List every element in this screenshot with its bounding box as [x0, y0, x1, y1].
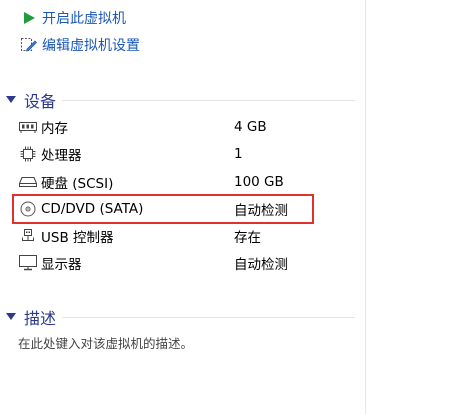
description-divider: [62, 317, 355, 318]
collapse-triangle-icon: [4, 93, 18, 107]
device-name: 内存: [41, 121, 68, 137]
power-on-label: 开启此虚拟机: [42, 11, 126, 27]
devices-title: 设备: [24, 92, 57, 111]
cd-dvd-highlight-box: [12, 194, 314, 224]
device-row-hard-disk[interactable]: 硬盘 (SCSI) 100 GB: [18, 171, 358, 193]
description-title: 描述: [24, 309, 57, 328]
device-name: 硬盘 (SCSI): [41, 176, 114, 192]
device-row-usb[interactable]: USB 控制器 存在: [18, 225, 358, 247]
description-section-header[interactable]: 描述: [4, 306, 56, 328]
devices-section-header[interactable]: 设备: [4, 89, 56, 111]
edit-settings-label: 编辑虚拟机设置: [42, 38, 140, 54]
edit-settings-icon: [20, 36, 38, 54]
right-panel-divider: [365, 0, 450, 414]
device-name: USB 控制器: [41, 230, 114, 246]
collapse-triangle-icon: [4, 310, 18, 324]
device-value: 自动检测: [234, 257, 288, 273]
device-value: 100 GB: [234, 174, 284, 190]
edit-vm-settings-link[interactable]: 编辑虚拟机设置: [20, 35, 140, 55]
device-name: 显示器: [41, 257, 82, 273]
device-row-processor[interactable]: 处理器 1: [18, 143, 358, 165]
hard-disk-icon: [18, 173, 38, 191]
device-value: 4 GB: [234, 119, 267, 135]
device-row-display[interactable]: 显示器 自动检测: [18, 252, 358, 274]
usb-icon: [18, 227, 38, 245]
memory-icon: [18, 118, 38, 136]
device-name: 处理器: [41, 148, 82, 164]
description-placeholder[interactable]: 在此处键入对该虚拟机的描述。: [18, 333, 193, 352]
processor-icon: [18, 145, 38, 163]
power-on-vm-link[interactable]: 开启此虚拟机: [20, 8, 126, 28]
device-row-memory[interactable]: 内存 4 GB: [18, 116, 358, 138]
display-icon: [18, 254, 38, 272]
device-value: 1: [234, 146, 243, 162]
play-icon: [20, 9, 38, 27]
device-value: 存在: [234, 230, 261, 246]
devices-divider: [62, 100, 355, 101]
